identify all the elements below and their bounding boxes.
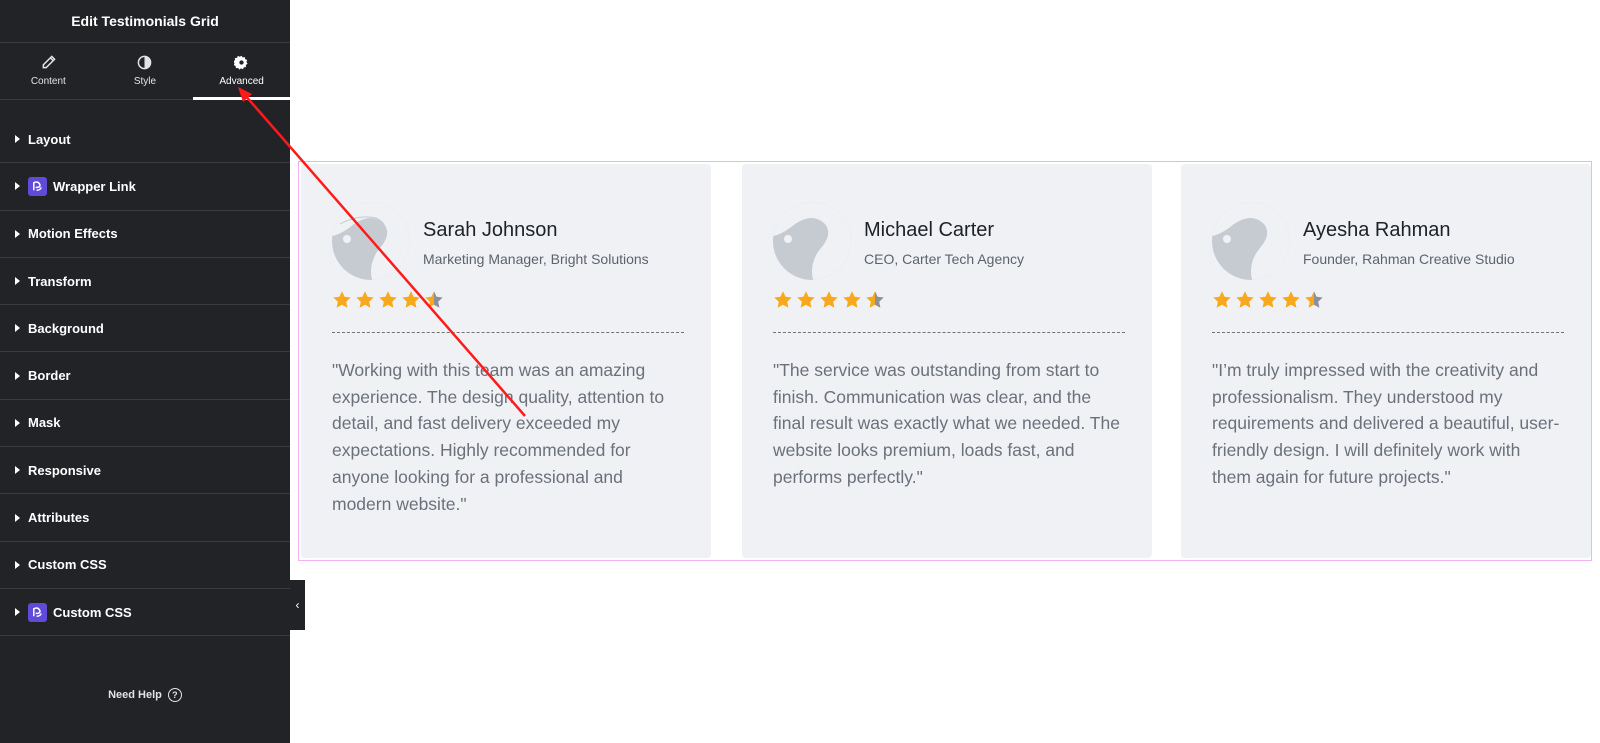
star-icon	[820, 291, 838, 308]
reviewer-name: Sarah Johnson	[423, 219, 558, 241]
star-icon	[1282, 291, 1300, 308]
contrast-icon	[138, 55, 152, 70]
avatar	[332, 202, 410, 280]
pencil-icon	[42, 55, 56, 69]
section-border[interactable]: Border	[0, 352, 290, 400]
need-help-link[interactable]: Need Help ?	[0, 688, 290, 702]
reviewer-name: Michael Carter	[864, 219, 995, 241]
testimonial-card: Sarah Johnson Marketing Manager, Bright …	[301, 164, 711, 558]
testimonial-card: Michael Carter CEO, Carter Tech Agency "…	[742, 164, 1152, 558]
caret-right-icon	[15, 277, 20, 286]
caret-right-icon	[15, 418, 20, 427]
testimonial-quote: "I’m truly impressed with the creativity…	[1212, 360, 1560, 487]
tab-advanced[interactable]: Advanced	[193, 43, 290, 100]
panel-title: Edit Testimonials Grid	[0, 0, 290, 43]
section-label: Custom CSS	[53, 604, 132, 620]
star-icon	[797, 291, 815, 308]
caret-right-icon	[15, 371, 20, 380]
divider	[1212, 332, 1564, 333]
section-label: Wrapper Link	[53, 178, 136, 194]
star-icon	[333, 291, 351, 308]
caret-right-icon	[15, 229, 20, 238]
star-icon	[843, 291, 861, 308]
star-icon	[425, 291, 443, 308]
section-label: Custom CSS	[28, 557, 107, 573]
tab-content-label: Content	[30, 76, 66, 87]
section-label: Layout	[28, 131, 71, 147]
caret-right-icon	[15, 513, 20, 522]
star-icon	[379, 291, 397, 308]
caret-right-icon	[15, 466, 20, 475]
reviewer-role: Founder, Rahman Creative Studio	[1303, 251, 1515, 267]
avatar	[1212, 202, 1290, 280]
section-label: Responsive	[28, 462, 101, 478]
section-label: Motion Effects	[28, 226, 118, 242]
star-icon	[866, 291, 884, 308]
tab-style[interactable]: Style	[97, 43, 194, 99]
section-custom-css-plugin[interactable]: Custom CSS	[0, 589, 290, 637]
divider	[773, 332, 1125, 333]
divider	[332, 332, 684, 333]
star-icon	[774, 291, 792, 308]
tab-advanced-label: Advanced	[219, 76, 264, 87]
reviewer-role: CEO, Carter Tech Agency	[864, 251, 1025, 267]
section-mask[interactable]: Mask	[0, 400, 290, 448]
section-list: Layout Wrapper Link Motion Effects Trans…	[0, 116, 290, 637]
section-label: Background	[28, 320, 104, 336]
testimonial-quote: "Working with this team was an amazing e…	[332, 360, 665, 514]
section-label: Mask	[28, 415, 61, 431]
star-rating	[332, 290, 681, 310]
question-icon: ?	[167, 688, 182, 702]
star-icon	[1236, 291, 1254, 308]
section-motion-effects[interactable]: Motion Effects	[0, 211, 290, 258]
section-attributes[interactable]: Attributes	[0, 494, 290, 542]
testimonials-grid[interactable]: Sarah Johnson Marketing Manager, Bright …	[298, 161, 1592, 561]
testimonial-card: Ayesha Rahman Founder, Rahman Creative S…	[1181, 164, 1591, 558]
star-icon	[1259, 291, 1277, 308]
section-wrapper-link[interactable]: Wrapper Link	[0, 163, 290, 211]
gear-icon	[234, 55, 248, 70]
star-icon	[1305, 291, 1323, 308]
star-icon	[356, 291, 374, 308]
testimonial-quote: "The service was outstanding from start …	[773, 360, 1120, 487]
avatar	[773, 202, 851, 280]
need-help-label: Need Help	[108, 689, 162, 701]
section-transform[interactable]: Transform	[0, 258, 290, 306]
caret-right-icon	[15, 324, 20, 333]
section-background[interactable]: Background	[0, 305, 290, 353]
caret-right-icon	[15, 182, 20, 191]
section-custom-css[interactable]: Custom CSS	[0, 542, 290, 589]
star-rating	[773, 290, 1122, 310]
tab-content[interactable]: Content	[0, 43, 97, 99]
caret-right-icon	[15, 135, 20, 144]
reviewer-role: Marketing Manager, Bright Solutions	[423, 251, 649, 267]
star-icon	[1213, 291, 1231, 308]
section-layout[interactable]: Layout	[0, 116, 290, 164]
caret-right-icon	[15, 560, 20, 569]
star-rating	[1212, 290, 1561, 310]
editor-panel: Edit Testimonials Grid Content Style Adv…	[0, 0, 290, 743]
section-label: Attributes	[28, 510, 90, 526]
section-responsive[interactable]: Responsive	[0, 447, 290, 495]
tab-style-label: Style	[133, 76, 157, 87]
plugin-logo-icon	[28, 602, 47, 622]
caret-right-icon	[15, 608, 20, 617]
plugin-logo-icon	[28, 176, 47, 196]
panel-tabs: Content Style Advanced	[0, 43, 290, 100]
section-label: Transform	[28, 273, 92, 289]
star-icon	[402, 291, 420, 308]
collapse-panel-button[interactable]: ‹	[290, 580, 305, 630]
section-label: Border	[28, 368, 71, 384]
reviewer-name: Ayesha Rahman	[1303, 219, 1451, 241]
